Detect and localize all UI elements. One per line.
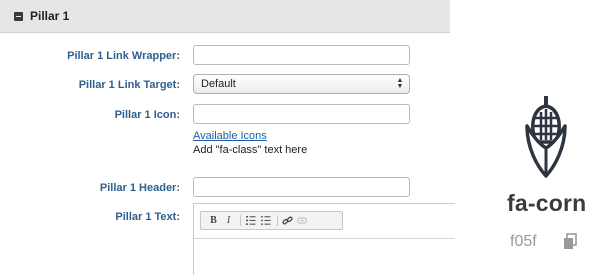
icon-help-text: Add "fa-class" text here: [193, 144, 308, 156]
italic-button[interactable]: I: [222, 213, 235, 228]
text-editor[interactable]: B I: [193, 203, 455, 275]
copy-icon[interactable]: [563, 233, 577, 250]
available-icons-link[interactable]: Available Icons: [193, 130, 267, 142]
editor-toolbar-divider: [194, 238, 455, 239]
section-header-pillar-1[interactable]: Pillar 1: [0, 0, 450, 33]
ordered-list-icon[interactable]: [244, 213, 257, 228]
link-target-select[interactable]: Default ▲ ▼: [193, 74, 410, 94]
corn-icon: [523, 95, 569, 178]
section-title: Pillar 1: [30, 9, 70, 23]
text-label: Pillar 1 Text:: [115, 211, 180, 223]
link-target-label: Pillar 1 Link Target:: [78, 79, 180, 91]
toolbar-separator: [277, 215, 278, 226]
link-icon[interactable]: [281, 213, 294, 228]
icon-label: Pillar 1 Icon:: [114, 109, 180, 121]
header-input[interactable]: [193, 177, 410, 197]
editor-toolbar: B I: [200, 211, 343, 230]
header-label: Pillar 1 Header:: [99, 182, 180, 194]
select-arrows-icon: ▲ ▼: [396, 77, 404, 90]
link-wrapper-input[interactable]: [193, 45, 410, 65]
icon-unicode: f05f: [510, 233, 537, 250]
unlink-icon[interactable]: [296, 213, 309, 228]
link-target-selected-value: Default: [201, 78, 236, 90]
icon-input[interactable]: [193, 104, 410, 124]
icon-name: fa-corn: [507, 190, 587, 216]
link-wrapper-label: Pillar 1 Link Wrapper:: [67, 50, 180, 62]
unordered-list-icon[interactable]: [259, 213, 272, 228]
minus-square-icon[interactable]: [14, 11, 23, 21]
bold-button[interactable]: B: [207, 213, 220, 228]
toolbar-separator: [240, 215, 241, 226]
